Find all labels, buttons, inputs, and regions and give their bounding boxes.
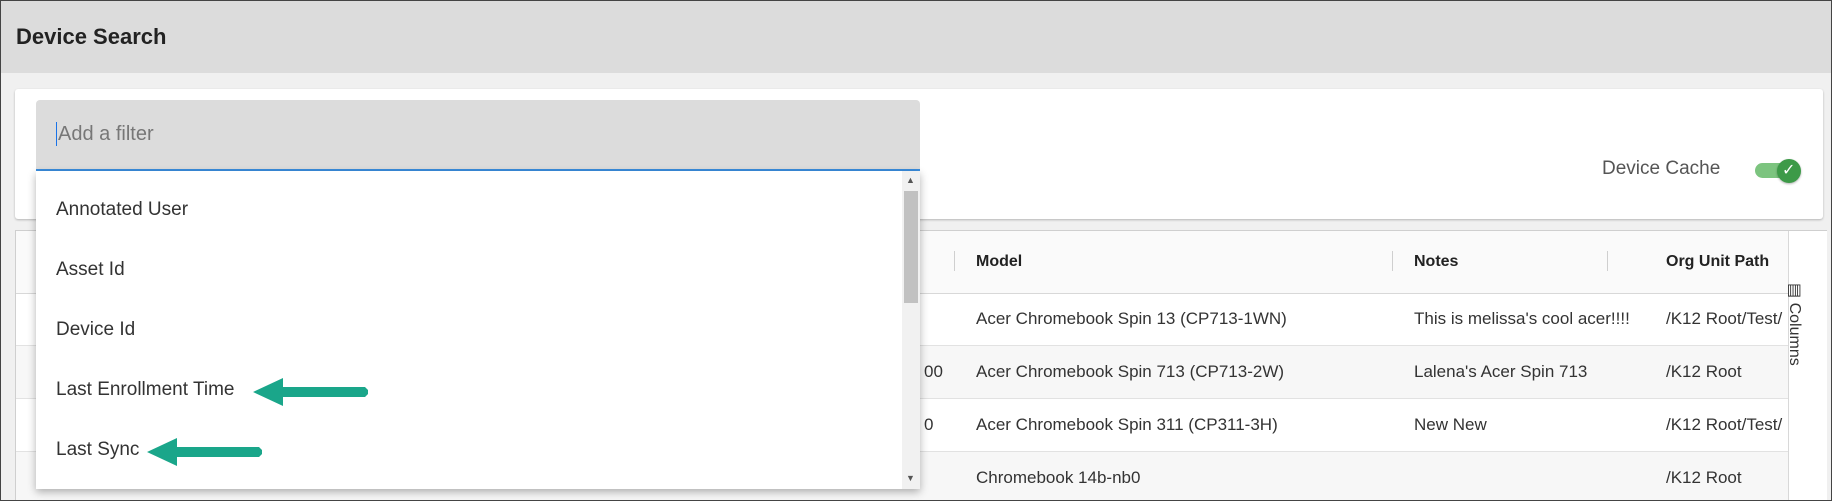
arrow-shape xyxy=(147,438,262,466)
dropdown-scrollbar[interactable]: ▲ ▼ xyxy=(902,171,920,489)
cell-org-unit-path: /K12 Root xyxy=(1666,362,1742,381)
cell-org-unit-path: /K12 Root xyxy=(1666,468,1742,487)
column-header-notes[interactable]: Notes xyxy=(1414,253,1458,271)
text-cursor xyxy=(56,122,57,146)
page-title: Device Search xyxy=(16,24,167,49)
arrow-shape xyxy=(253,378,368,406)
filter-option-annotated-user[interactable]: Annotated User xyxy=(56,199,188,221)
cell-org-unit-path: /K12 Root/Test/ xyxy=(1666,415,1783,434)
scroll-down-icon[interactable]: ▼ xyxy=(906,473,915,483)
column-separator xyxy=(954,251,955,271)
cell-model: Acer Chromebook Spin 311 (CP311-3H) xyxy=(976,415,1278,434)
filter-input[interactable] xyxy=(56,115,900,153)
cell-model: Chromebook 14b-nb0 xyxy=(976,468,1141,487)
device-cache-label: Device Cache xyxy=(1602,158,1721,179)
scroll-up-icon[interactable]: ▲ xyxy=(906,175,915,185)
arrow-icon xyxy=(253,378,368,406)
cell-org-unit-path: /K12 Root/Test/ xyxy=(1666,309,1783,328)
filter-option-last-enrollment-time[interactable]: Last Enrollment Time xyxy=(56,379,234,401)
column-separator xyxy=(1392,251,1393,271)
column-header-org-unit-path[interactable]: Org Unit Path xyxy=(1666,253,1769,271)
device-cache-toggle[interactable]: ✓ xyxy=(1755,159,1801,183)
cell-notes: New New xyxy=(1414,415,1487,434)
page-header: Device Search xyxy=(1,1,1831,73)
filter-option-asset-id[interactable]: Asset Id xyxy=(56,259,125,281)
columns-icon: ▤ xyxy=(1786,283,1803,299)
columns-tool-tab[interactable]: ▤ Columns xyxy=(1779,283,1805,379)
cell-model: Acer Chromebook Spin 13 (CP713-1WN) xyxy=(976,309,1287,328)
filter-option-last-sync[interactable]: Last Sync xyxy=(56,439,139,461)
app-frame: Device Search Device Cache ✓ Model Notes… xyxy=(0,0,1832,501)
columns-tab-label: Columns xyxy=(1786,302,1803,366)
column-header-model[interactable]: Model xyxy=(976,253,1022,271)
check-icon: ✓ xyxy=(1782,162,1796,179)
toggle-thumb: ✓ xyxy=(1777,159,1801,183)
cell-model: Acer Chromebook Spin 713 (CP713-2W) xyxy=(976,362,1285,381)
cell-partial: 0 xyxy=(924,415,934,434)
column-separator xyxy=(1607,251,1608,271)
cell-partial: 00 xyxy=(924,362,943,381)
cell-notes: This is melissa's cool acer!!!! xyxy=(1414,309,1630,328)
arrow-icon xyxy=(147,438,262,466)
cell-notes: Lalena's Acer Spin 713 xyxy=(1414,362,1588,381)
scrollbar-thumb[interactable] xyxy=(904,191,918,303)
filter-input-container[interactable] xyxy=(36,100,920,171)
filter-option-device-id[interactable]: Device Id xyxy=(56,319,135,341)
